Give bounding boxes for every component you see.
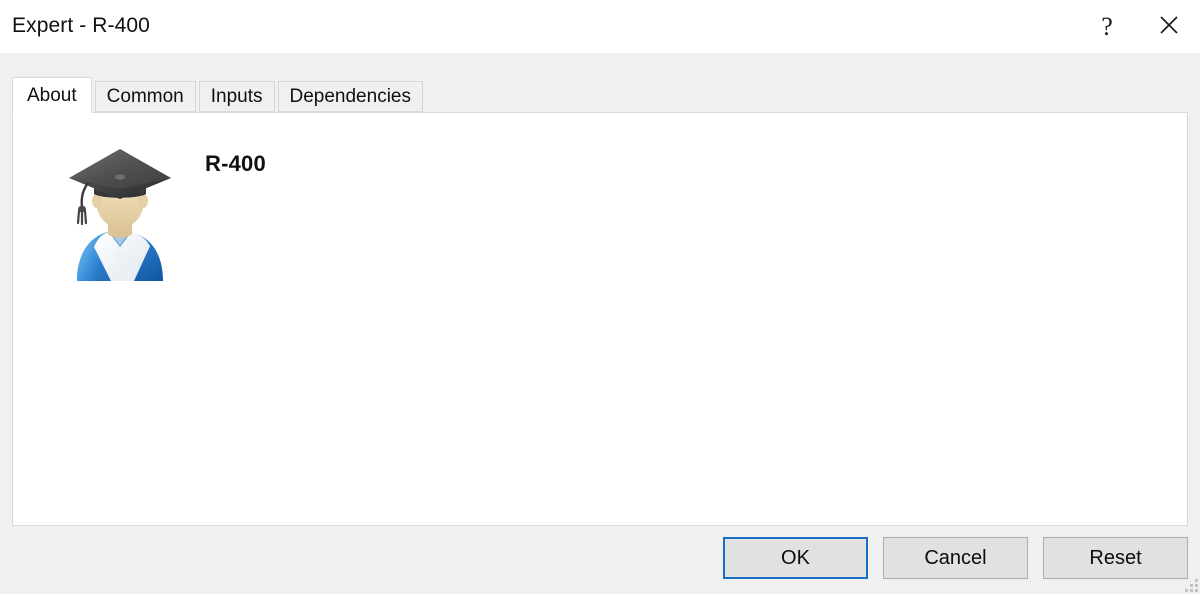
close-x-icon	[1158, 14, 1180, 39]
window-title: Expert - R-400	[12, 14, 150, 37]
help-button[interactable]: ?	[1076, 0, 1138, 53]
tab-about[interactable]: About	[12, 77, 92, 113]
dialog-body: About Common Inputs Dependencies R-400 O…	[0, 53, 1200, 594]
ok-button[interactable]: OK	[723, 537, 868, 579]
cancel-button[interactable]: Cancel	[883, 537, 1028, 579]
program-name-label: R-400	[205, 151, 266, 176]
tab-common[interactable]: Common	[94, 81, 196, 112]
reset-button[interactable]: Reset	[1043, 537, 1188, 579]
about-tab-panel: R-400	[12, 112, 1188, 526]
close-button[interactable]	[1138, 0, 1200, 53]
dialog-footer: OK Cancel Reset	[0, 536, 1188, 580]
resize-grip-icon[interactable]	[1184, 578, 1198, 592]
tab-dependencies[interactable]: Dependencies	[277, 81, 423, 112]
tab-inputs[interactable]: Inputs	[198, 81, 275, 112]
expert-advisor-graduate-avatar-icon	[64, 139, 176, 281]
window-controls: ?	[1076, 0, 1200, 53]
expert-properties-dialog: Expert - R-400 ? About Common Inputs Dep…	[0, 0, 1200, 594]
title-bar: Expert - R-400 ?	[0, 0, 1200, 53]
question-mark-icon: ?	[1101, 11, 1113, 41]
tab-bar: About Common Inputs Dependencies	[12, 77, 1188, 113]
